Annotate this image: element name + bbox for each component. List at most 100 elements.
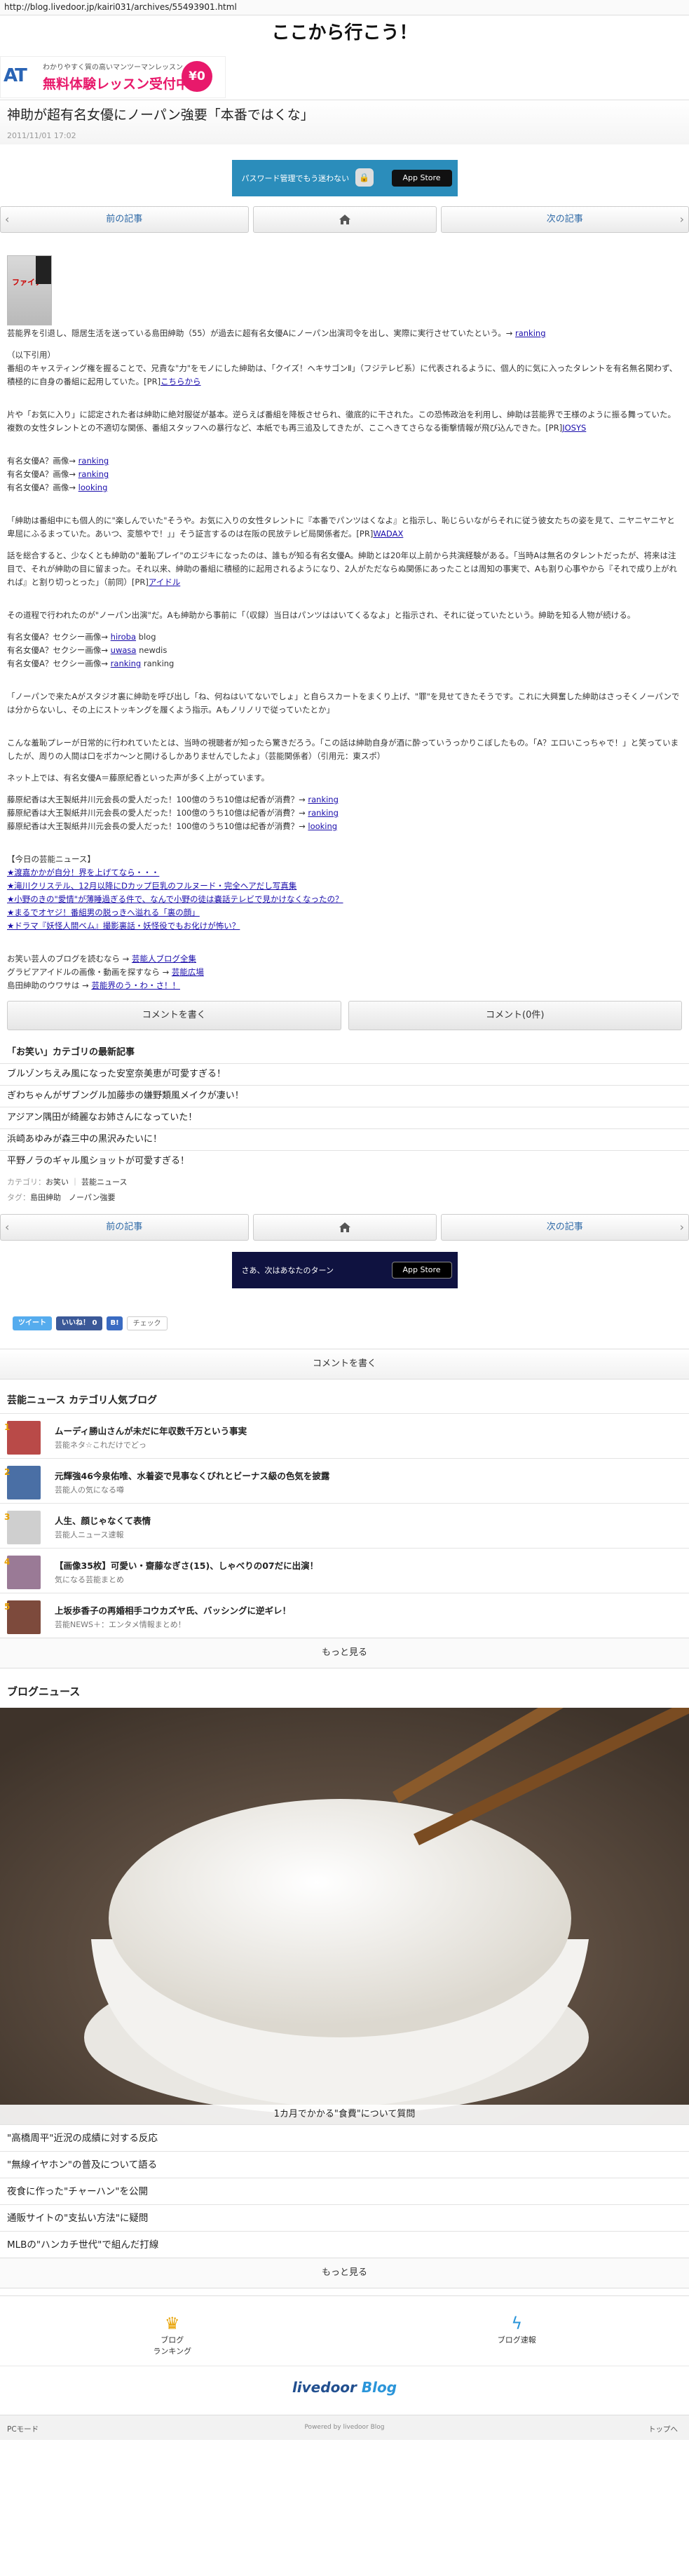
blog-ranking-link[interactable]: ♛ ブログ ランキング xyxy=(0,2296,345,2366)
list-item[interactable]: "無線イヤホン"の普及について語る xyxy=(0,2151,689,2178)
today-news-link[interactable]: ★まるでオヤジ！番組男の脱っきへ溢れる「裏の顔」 xyxy=(7,908,200,917)
list-item[interactable]: 通販サイトの"支払い方法"に疑問 xyxy=(0,2204,689,2231)
blog-speed-link[interactable]: ϟ ブログ速報 xyxy=(345,2296,689,2366)
app-store-badge[interactable]: App Store xyxy=(391,170,452,187)
today-news-link[interactable]: ★小野のきの"愛情"が薄睡過ぎる件で、なんで小野の徒は嚢話テレビで見かけなくなっ… xyxy=(7,894,343,904)
blog-ranking-label: ブログ ランキング xyxy=(153,2335,192,2356)
list-item[interactable]: 夜食に作った"チャーハン"を公開 xyxy=(0,2178,689,2204)
list-item[interactable]: アジアン隅田が綺麗なお姉さんになっていた！ xyxy=(0,1107,689,1128)
list-item[interactable]: "高橋周平"近況の成績に対する反応 xyxy=(0,2124,689,2151)
closing-link[interactable]: 芸能人ブログ全集 xyxy=(132,954,196,964)
footer-nav: ♛ ブログ ランキング ϟ ブログ速報 xyxy=(0,2295,689,2366)
category-link[interactable]: 芸能ニュース xyxy=(81,1178,127,1187)
prev-article-button[interactable]: ‹ 前の記事 xyxy=(0,206,249,233)
pr-link-josys[interactable]: JOSYS xyxy=(562,423,586,433)
list-item: 有名女優A？画像→ xyxy=(7,469,79,479)
popular-title: 【画像35枚】可愛い・齋藤なぎさ(15)、しゃべりの07だに出演！ xyxy=(55,1560,319,1571)
top-banner-ad[interactable]: AT わかりやすく質の高いマンツーマンレッスン 無料体験レッスン受付中！ ¥0 xyxy=(0,56,689,100)
category-label: カテゴリ： xyxy=(7,1178,46,1187)
tag-link[interactable]: ノーパン強要 xyxy=(69,1193,115,1202)
list-item[interactable]: 2 元輝強46今泉佑唯、水着姿で見事なくびれとビーナス級の色気を披露 芸能人の気… xyxy=(0,1458,689,1503)
para-5: 話を総合すると、少なくとも紳助の"羞恥プレイ"のエジキになったのは、誰もが知る有… xyxy=(7,551,677,587)
list-link[interactable]: ranking xyxy=(111,659,142,668)
para-8: こんな羞恥プレーが日常的に行われていたとは、当時の視聴者が知ったら驚きだろう。「… xyxy=(7,738,679,761)
pr-link-kochira[interactable]: こちらから xyxy=(161,377,201,386)
hatena-bookmark-button[interactable]: B! xyxy=(107,1316,123,1330)
livedoor-blog-logo[interactable]: livedoor Blog xyxy=(0,2366,689,2415)
banner-line1: わかりやすく質の高いマンツーマンレッスン xyxy=(43,64,183,72)
article-thumbnail[interactable]: ファイナ xyxy=(7,255,52,325)
list-item[interactable]: 1 ムーディ勝山さんが未だに年収数千万という事実 芸能ネタ☆これだけでどっ xyxy=(0,1413,689,1458)
list-link[interactable]: ranking xyxy=(79,456,109,466)
write-comment-bar[interactable]: コメントを書く xyxy=(0,1349,689,1380)
popular-title: ムーディ勝山さんが未だに年収数千万という事実 xyxy=(55,1426,247,1436)
chevron-right-icon: › xyxy=(679,213,684,226)
app-store-badge[interactable]: App Store xyxy=(391,1262,452,1279)
next-article-button[interactable]: 次の記事 › xyxy=(440,206,689,233)
prev-label: 前の記事 xyxy=(106,214,143,224)
category-link[interactable]: お笑い xyxy=(46,1178,69,1187)
url-bar[interactable]: http://blog.livedoor.jp/kairi031/archive… xyxy=(0,0,689,15)
pr-link-idol[interactable]: アイドル xyxy=(149,577,180,587)
list-link[interactable]: ranking xyxy=(308,795,339,804)
banner-box[interactable]: AT わかりやすく質の高いマンツーマンレッスン 無料体験レッスン受付中！ ¥0 xyxy=(0,56,226,98)
app-store-ad[interactable]: パスワード管理でもう迷わない 🔒 App Store xyxy=(231,160,458,196)
list-item[interactable]: MLBの"ハンカチ世代"で組んだ打線 xyxy=(0,2231,689,2258)
tweet-button[interactable]: ツイート xyxy=(13,1316,52,1330)
prev-article-button[interactable]: ‹ 前の記事 xyxy=(0,1214,249,1241)
today-news-link[interactable]: ★渡嘉かかが自分！界を上げてなら・・・ xyxy=(7,868,159,877)
list-item[interactable]: ぎわちゃんがザブングル加藤歩の嫌野類風メイクが凄い！ xyxy=(0,1085,689,1107)
avatar xyxy=(7,1556,41,1589)
list-link[interactable]: uwasa xyxy=(111,645,137,655)
mixi-check-button[interactable]: チェック xyxy=(126,1316,168,1330)
popular-blogs-list: 1 ムーディ勝山さんが未だに年収数千万という事実 芸能ネタ☆これだけでどっ 2 … xyxy=(0,1413,689,1638)
next-article-button[interactable]: 次の記事 › xyxy=(440,1214,689,1241)
list-item[interactable]: 4 【画像35枚】可愛い・齋藤なぎさ(15)、しゃべりの07だに出演！ 気になる… xyxy=(0,1548,689,1593)
list-item[interactable]: ブルゾンちえみ風になった安室奈美恵が可愛すぎる！ xyxy=(0,1063,689,1085)
blog-news-hero[interactable]: 1カ月でかかる"食費"について質問 xyxy=(0,1708,689,2124)
list-link[interactable]: ranking xyxy=(79,469,109,479)
popular-title: 元輝強46今泉佑唯、水着姿で見事なくびれとビーナス級の色気を披露 xyxy=(55,1471,330,1481)
prev-label: 前の記事 xyxy=(106,1222,143,1232)
home-button[interactable] xyxy=(252,1214,437,1241)
lightning-icon: ϟ xyxy=(511,2314,523,2333)
today-news-link[interactable]: ★滝川クリステル、12月以降にDカップ巨乳のフルヌード・完全ヘアだし写真集 xyxy=(7,881,296,891)
tag-link[interactable]: 島田紳助 xyxy=(30,1193,61,1202)
like-button[interactable]: いいね！ 0 xyxy=(56,1316,103,1330)
closing-text: グラビアアイドルの画像・動画を探すなら → xyxy=(7,967,172,977)
blog-news-more-button[interactable]: もっと見る xyxy=(0,2258,689,2288)
rank-number: 4 xyxy=(4,1557,11,1567)
share-bar: ツイート いいね！ 0 B! チェック xyxy=(0,1309,689,1337)
popular-source: 芸能人ニュース速報 xyxy=(55,1530,124,1539)
list-link[interactable]: ranking xyxy=(308,808,339,818)
list-link[interactable]: looking xyxy=(308,821,337,831)
banner-badge: ¥0 xyxy=(182,61,212,92)
list-item[interactable]: 3 人生、顔じゃなくて表情 芸能人ニュース速報 xyxy=(0,1503,689,1548)
blog-title[interactable]: ここから行こう！ xyxy=(0,15,689,56)
logo-livedoor: livedoor xyxy=(292,2379,357,2396)
back-to-top-link[interactable]: トップへ xyxy=(648,2424,678,2434)
today-news-link[interactable]: ★ドラマ『妖怪人間ベム』撮影裏話・妖怪役でもお化けが怖い？ xyxy=(7,921,240,931)
list-item[interactable]: 浜崎あゆみが森三中の黒沢みたいに！ xyxy=(0,1128,689,1150)
closing-link[interactable]: 芸能界のう・わ・さ！！ xyxy=(91,980,180,990)
home-button[interactable] xyxy=(252,206,437,233)
list-item[interactable]: 平野ノラのギャル風ショットが可愛すぎる！ xyxy=(0,1150,689,1172)
list-link[interactable]: looking xyxy=(79,483,108,492)
popular-more-button[interactable]: もっと見る xyxy=(0,1638,689,1668)
list-suffix: ranking xyxy=(141,659,175,668)
ranking-link[interactable]: ranking xyxy=(515,328,546,338)
list-link[interactable]: hiroba xyxy=(111,632,136,642)
para-1: 芸能界を引退し、隠居生活を送っている島田紳助（55）が過去に超有名女優Aにノーパ… xyxy=(7,328,515,338)
write-comment-button[interactable]: コメントを書く xyxy=(7,1001,341,1030)
article-pager-bottom: ‹ 前の記事 次の記事 › xyxy=(0,1214,689,1241)
rice-bowl-image xyxy=(0,1708,689,2124)
closing-text: 島田紳助のウワサは → xyxy=(7,980,92,990)
app-store-ad-bottom[interactable]: さあ、次はあなたのターン App Store xyxy=(231,1252,458,1288)
list-item[interactable]: 5 上坂歩香子の再婚相手コウカズヤ氏、バッシングに逆ギレ！ 芸能NEWS＋：エン… xyxy=(0,1593,689,1638)
pr-link-wadax[interactable]: WADAX xyxy=(373,529,403,539)
tag-separator: ｜ xyxy=(71,1178,79,1187)
blog-news-heading: ブログニュース xyxy=(7,1685,81,1698)
closing-link[interactable]: 芸能広場 xyxy=(172,967,204,977)
list-item: 有名女優A？セクシー画像→ xyxy=(7,632,111,642)
comment-count-button[interactable]: コメント(0件) xyxy=(348,1001,682,1030)
